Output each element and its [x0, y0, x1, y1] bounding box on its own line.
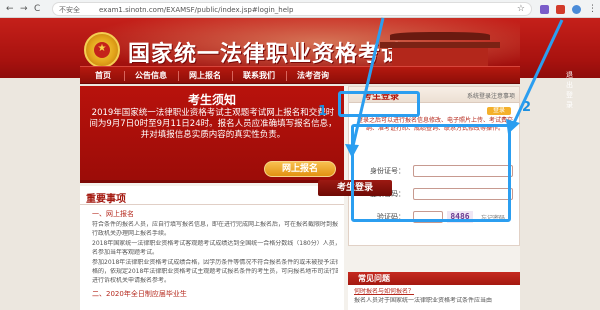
extension-icon[interactable]: [540, 5, 549, 14]
faq-header: 常见问题: [348, 272, 520, 285]
highlight-box-2: [351, 124, 511, 222]
nav-divider: [286, 71, 287, 81]
bookmark-star-icon[interactable]: ☆: [517, 4, 525, 15]
important-matters-panel: 重要事项 一、网上报名 符合条件的报名人员，应自行填写报名信息，即在进行完成网上…: [80, 186, 344, 310]
important-line: 2018年国家统一法律职业资格考试客观题考试成绩达到全国统一合格分数线（180分…: [92, 240, 338, 247]
notice-panel: 考生须知 2019年国家统一法律职业资格考试主观题考试网上报名和交费时间为9月7…: [80, 86, 344, 180]
faq-title: 常见问题: [358, 274, 390, 283]
url-text[interactable]: exam1.sinotn.com/EXAMSF/public/index.jsp…: [99, 5, 293, 15]
important-line: 一、网上报名: [92, 210, 134, 218]
main-navigation: 首页 公告信息 网上报名 联系我们 法考咨询 退出登录: [80, 66, 573, 109]
logout-link[interactable]: 退出登录: [566, 70, 573, 110]
nav-home[interactable]: 首页: [86, 67, 120, 84]
faq-panel: 常见问题 何时报名与如何报名？ 报名人员对于国家统一法律职业资格考试条件应当由: [348, 272, 520, 310]
nav-contact[interactable]: 联系我们: [236, 67, 282, 84]
nav-online-registration[interactable]: 网上报名: [182, 67, 228, 84]
important-line: 格的，依规定2018年法律职业资格考试主观题考试报名条件的考生员，可向报名地市司…: [92, 268, 338, 275]
extension-icon[interactable]: [556, 5, 565, 14]
important-line: 行政机关办理网上报名手续。: [92, 230, 171, 237]
browser-toolbar: ← → C 不安全 exam1.sinotn.com/EXAMSF/public…: [0, 0, 600, 18]
site-title: 国家统一法律职业资格考试: [128, 41, 405, 67]
faq-item[interactable]: 报名人员对于国家统一法律职业资格考试条件应当由: [354, 297, 516, 305]
important-line: 参加2018年法律职业资格考试成绩合格，因学历条件等情况不符合报名条件的或未被授…: [92, 259, 338, 266]
notice-title: 考生须知: [187, 93, 236, 107]
faq-item[interactable]: 何时报名与如何报名？: [354, 288, 516, 296]
national-emblem-icon: ★: [84, 32, 120, 68]
notice-body: 2019年国家统一法律职业资格考试主观题考试网上报名和交费时间为9月7日0时至9…: [89, 108, 337, 140]
login-notes-link[interactable]: 系统登录注意事项: [467, 91, 515, 100]
reload-icon[interactable]: C: [34, 3, 40, 15]
notice-divider: [80, 180, 344, 183]
important-title: 重要事项: [86, 194, 126, 205]
nav-divider: [178, 71, 179, 81]
callout-label-1: 1: [318, 104, 328, 119]
highlight-box-1: [338, 91, 420, 117]
important-line: 二、2020年全日制应届毕业生: [92, 290, 187, 298]
important-line: 名参加当年客观题考试。: [92, 249, 159, 256]
profile-icon[interactable]: [572, 5, 581, 14]
address-bar[interactable]: 不安全 exam1.sinotn.com/EXAMSF/public/index…: [52, 2, 532, 16]
browser-menu-icon[interactable]: ⋮: [588, 3, 597, 15]
nav-announcements[interactable]: 公告信息: [128, 67, 174, 84]
important-line: 符合条件的报名人员，应自行填写报名信息，即在进行完成网上报名后，可在报名截限时到…: [92, 221, 338, 228]
nav-divider: [232, 71, 233, 81]
important-divider: [80, 204, 344, 205]
important-line: 进行诉权机关申请报名参考。: [92, 277, 171, 284]
gate-body: [392, 48, 488, 68]
online-registration-button[interactable]: 网上报名: [264, 161, 336, 177]
emblem-star-icon: ★: [97, 43, 107, 54]
back-icon[interactable]: ←: [6, 3, 14, 15]
login-tab[interactable]: 登录: [487, 107, 511, 115]
forward-icon[interactable]: →: [20, 3, 28, 15]
insecure-label[interactable]: 不安全: [59, 5, 80, 15]
nav-consultation[interactable]: 法考咨询: [290, 67, 336, 84]
callout-label-2: 2: [522, 100, 532, 115]
gate-roof: [390, 32, 490, 40]
nav-divider: [124, 71, 125, 81]
